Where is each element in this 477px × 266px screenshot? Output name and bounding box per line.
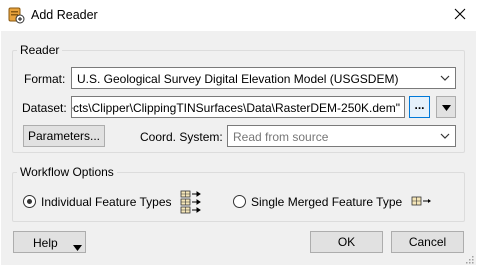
close-icon	[454, 8, 466, 23]
chevron-down-icon	[439, 130, 451, 142]
dataset-label: Dataset:	[22, 101, 67, 115]
coord-system-label: Coord. System:	[140, 130, 223, 144]
coord-system-placeholder: Read from source	[233, 130, 329, 144]
browse-label: ...	[414, 98, 425, 112]
title-bar: Add Reader	[0, 0, 477, 31]
triangle-down-icon	[73, 240, 82, 254]
multiple-feature-types-icon	[180, 190, 202, 217]
cancel-button[interactable]: Cancel	[391, 231, 464, 253]
single-feature-type-icon	[411, 195, 433, 209]
ok-label: OK	[337, 235, 356, 249]
single-merged-feature-type-label[interactable]: Single Merged Feature Type	[251, 195, 402, 209]
fme-reader-icon	[8, 7, 25, 24]
parameters-button[interactable]: Parameters...	[23, 125, 105, 147]
individual-feature-types-label[interactable]: Individual Feature Types	[41, 195, 172, 209]
dataset-input[interactable]: ects\Clipper\ClippingTINSurfaces\Data\Ra…	[71, 96, 405, 118]
close-button[interactable]	[446, 3, 474, 27]
chevron-down-icon	[439, 72, 451, 84]
radio-single-merged-feature-type[interactable]	[233, 195, 246, 208]
dialog-body: Reader Format: U.S. Geological Survey Di…	[1, 31, 476, 265]
help-label: Help	[33, 236, 58, 250]
browse-button[interactable]: ...	[409, 96, 430, 118]
cancel-label: Cancel	[408, 235, 447, 249]
parameters-label: Parameters...	[27, 129, 101, 143]
workflow-group-legend: Workflow Options	[17, 165, 117, 179]
format-select[interactable]: U.S. Geological Survey Digital Elevation…	[71, 67, 456, 89]
radio-selected-dot	[27, 199, 32, 204]
reader-group-legend: Reader	[17, 43, 63, 57]
coord-system-select[interactable]: Read from source	[227, 125, 456, 147]
format-label: Format:	[24, 72, 66, 86]
triangle-down-icon	[441, 100, 451, 114]
resize-grip-icon[interactable]	[464, 253, 474, 264]
ok-button[interactable]: OK	[310, 231, 383, 253]
radio-individual-feature-types[interactable]	[23, 195, 36, 208]
help-button[interactable]: Help	[13, 231, 86, 253]
format-value: U.S. Geological Survey Digital Elevation…	[77, 72, 399, 86]
dataset-options-button[interactable]	[436, 96, 456, 118]
dataset-value: ects\Clipper\ClippingTINSurfaces\Data\Ra…	[71, 101, 400, 115]
window-title: Add Reader	[31, 8, 98, 22]
